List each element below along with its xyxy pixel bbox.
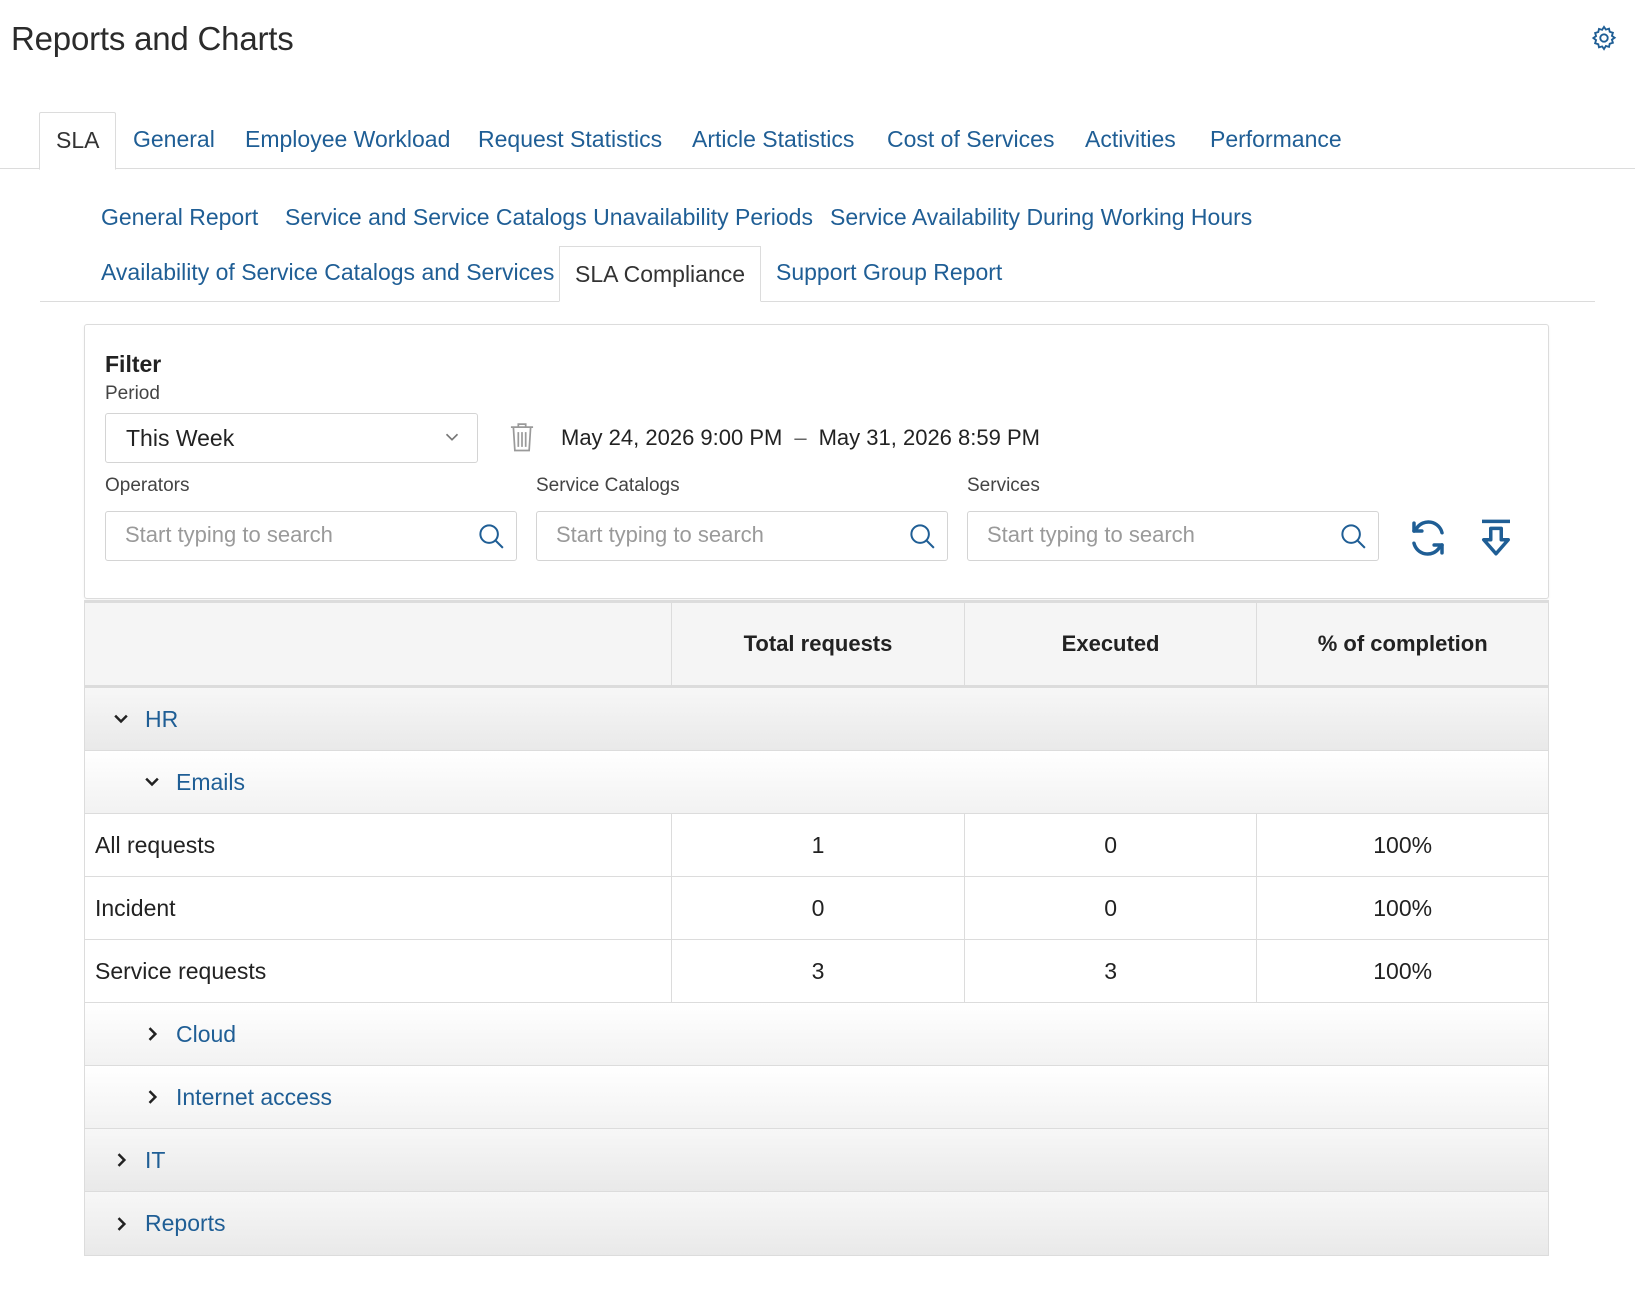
group-toggle-it[interactable]: IT — [85, 1129, 165, 1191]
top-tabs: SLA General Employee Workload Request St… — [0, 112, 1635, 170]
chevron-down-icon — [114, 714, 128, 724]
trash-icon[interactable] — [507, 421, 537, 453]
subtab-unavailability-periods[interactable]: Service and Service Catalogs Unavailabil… — [285, 204, 813, 231]
column-header-executed[interactable]: Executed — [963, 603, 1257, 685]
subtab-general-report[interactable]: General Report — [101, 204, 258, 231]
chevron-right-icon — [117, 1153, 127, 1167]
subtab-sla-compliance[interactable]: SLA Compliance — [559, 246, 762, 302]
services-input[interactable] — [987, 512, 1327, 558]
column-header-completion[interactable]: % of completion — [1256, 603, 1548, 685]
period-label: Period — [105, 383, 160, 404]
operators-input[interactable] — [125, 512, 465, 558]
filter-panel: Filter Period This Week May 24, 2026 9:0… — [84, 324, 1549, 599]
tab-cost-of-services[interactable]: Cost of Services — [887, 112, 1054, 169]
refresh-icon[interactable] — [1407, 517, 1449, 559]
group-toggle-cloud[interactable]: Cloud — [85, 1003, 236, 1065]
group-label-reports: Reports — [145, 1210, 226, 1236]
subtab-support-group-report[interactable]: Support Group Report — [776, 259, 1002, 286]
column-header-name — [85, 603, 671, 685]
row-total: 0 — [671, 877, 964, 939]
services-label: Services — [967, 475, 1040, 496]
chevron-down-icon — [445, 433, 459, 441]
subtab-availability-working-hours[interactable]: Service Availability During Working Hour… — [830, 204, 1252, 231]
chevron-right-icon — [148, 1090, 158, 1104]
search-icon[interactable] — [907, 521, 937, 551]
group-row-hr: HR — [85, 688, 1548, 751]
table-row: Incident 0 0 100% — [85, 877, 1548, 940]
column-header-total[interactable]: Total requests — [671, 603, 964, 685]
operators-search — [105, 511, 517, 561]
tab-employee-workload[interactable]: Employee Workload — [245, 112, 450, 169]
tab-sla[interactable]: SLA — [39, 112, 117, 170]
date-from: May 24, 2026 9:00 PM — [561, 425, 783, 450]
catalogs-label: Service Catalogs — [536, 475, 680, 496]
group-toggle-reports[interactable]: Reports — [85, 1192, 226, 1255]
sub-tabs: General Report Service and Service Catal… — [40, 190, 1595, 302]
table-header: Total requests Executed % of completion — [85, 603, 1548, 688]
row-name: Incident — [95, 894, 176, 921]
table-row: All requests 1 0 100% — [85, 814, 1548, 877]
operators-label: Operators — [105, 475, 190, 496]
group-label-hr: HR — [145, 705, 179, 732]
row-executed: 3 — [963, 940, 1257, 1002]
row-completion: 100% — [1256, 814, 1548, 876]
table-row: Service requests 3 3 100% — [85, 940, 1548, 1003]
group-row-cloud: Cloud — [85, 1003, 1548, 1066]
group-label-it: IT — [145, 1146, 166, 1173]
tab-article-statistics[interactable]: Article Statistics — [692, 112, 854, 169]
group-label-emails: Emails — [176, 768, 246, 795]
chevron-right-icon — [148, 1027, 158, 1041]
filter-title: Filter — [105, 351, 162, 377]
sla-table: Total requests Executed % of completion … — [84, 600, 1549, 1256]
date-separator: – — [794, 425, 807, 450]
group-toggle-hr[interactable]: HR — [85, 688, 178, 750]
row-total: 3 — [671, 940, 964, 1002]
row-name: Service requests — [95, 957, 267, 984]
group-toggle-emails[interactable]: Emails — [85, 751, 245, 813]
tab-activities[interactable]: Activities — [1085, 112, 1176, 169]
subtab-availability-catalogs-services[interactable]: Availability of Service Catalogs and Ser… — [101, 259, 554, 286]
date-range: May 24, 2026 9:00 PM – May 31, 2026 8:59 P… — [561, 425, 1040, 451]
row-completion: 100% — [1256, 877, 1548, 939]
chevron-down-icon — [145, 777, 159, 787]
export-icon[interactable] — [1475, 517, 1517, 559]
date-to: May 31, 2026 8:59 PM — [818, 425, 1040, 450]
catalogs-search — [536, 511, 948, 561]
gear-icon[interactable] — [1590, 24, 1618, 52]
group-row-emails: Emails — [85, 751, 1548, 814]
row-executed: 0 — [963, 877, 1257, 939]
row-total: 1 — [671, 814, 964, 876]
group-row-internet-access: Internet access — [85, 1066, 1548, 1129]
row-executed: 0 — [963, 814, 1257, 876]
search-icon[interactable] — [476, 521, 506, 551]
tab-general[interactable]: General — [133, 112, 215, 169]
catalogs-input[interactable] — [556, 512, 896, 558]
page-title: Reports and Charts — [11, 20, 294, 57]
group-label-internet-access: Internet access — [176, 1083, 332, 1110]
group-row-reports: Reports — [85, 1192, 1548, 1255]
tab-request-statistics[interactable]: Request Statistics — [478, 112, 662, 169]
tab-performance[interactable]: Performance — [1210, 112, 1342, 169]
services-search — [967, 511, 1379, 561]
group-label-cloud: Cloud — [176, 1020, 237, 1047]
row-completion: 100% — [1256, 940, 1548, 1002]
period-select[interactable]: This Week — [105, 413, 478, 463]
search-icon[interactable] — [1338, 521, 1368, 551]
group-row-it: IT — [85, 1129, 1548, 1192]
row-name: All requests — [95, 831, 216, 858]
period-value: This Week — [126, 425, 235, 451]
group-toggle-internet-access[interactable]: Internet access — [85, 1066, 332, 1128]
chevron-right-icon — [117, 1216, 127, 1231]
